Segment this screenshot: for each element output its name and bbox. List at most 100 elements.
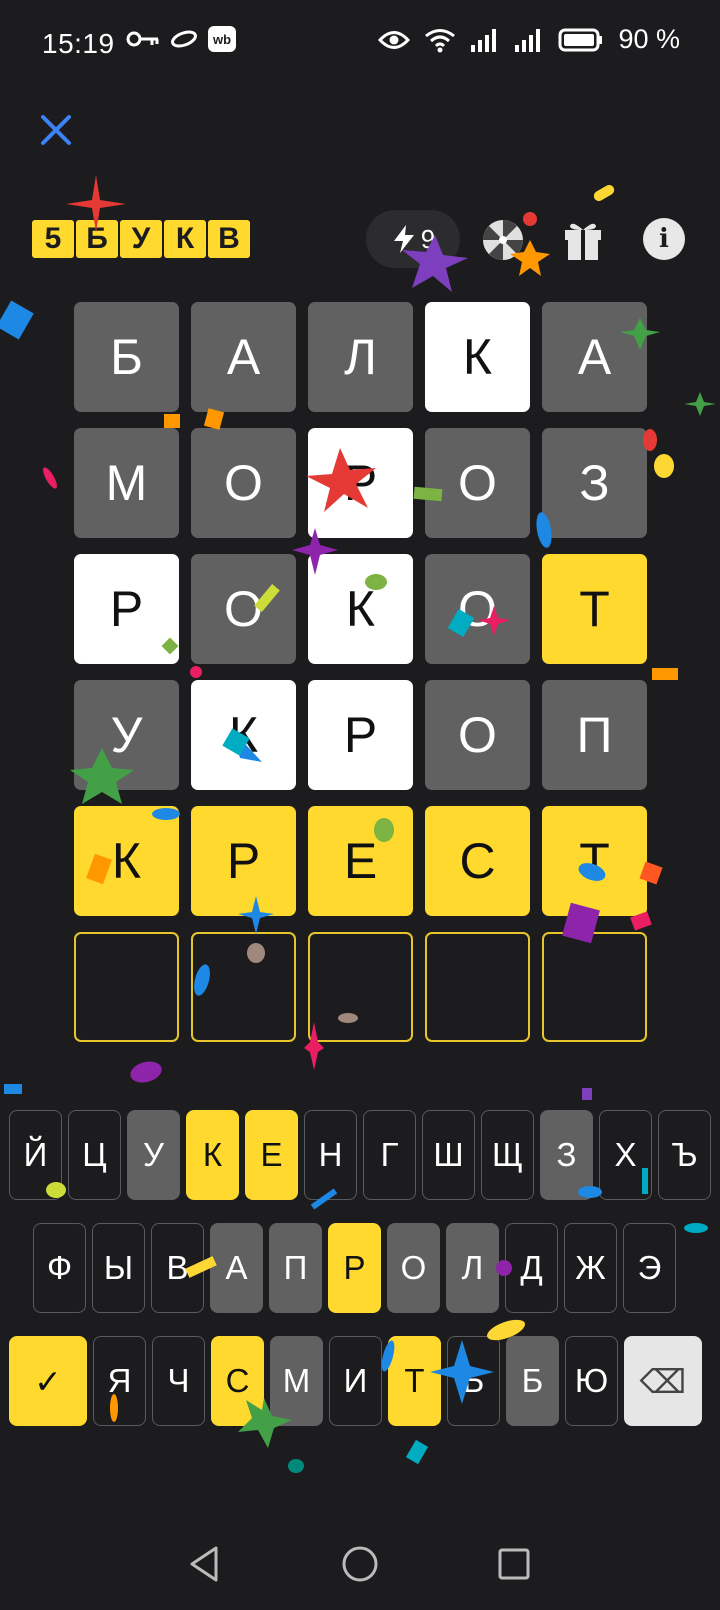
- keyboard-row: ФЫВАПРОЛДЖЭ: [33, 1223, 676, 1313]
- grid-tile: П: [542, 680, 647, 790]
- letter-key[interactable]: И: [329, 1336, 382, 1426]
- signal-icon-2: [515, 28, 541, 52]
- backspace-key[interactable]: ⌫: [624, 1336, 702, 1426]
- energy-button[interactable]: 9: [366, 210, 460, 268]
- status-bar: 15:19 wb 90 %: [0, 0, 720, 84]
- letter-key[interactable]: Ы: [92, 1223, 145, 1313]
- letter-key[interactable]: П: [269, 1223, 322, 1313]
- letter-key[interactable]: У: [127, 1110, 180, 1200]
- logo-letter: Б: [76, 220, 118, 258]
- letter-key[interactable]: Ф: [33, 1223, 86, 1313]
- submit-key[interactable]: ✓: [9, 1336, 87, 1426]
- grid-tile: Т: [542, 806, 647, 916]
- grid-tile: К: [74, 806, 179, 916]
- grid-tile: Б: [74, 302, 179, 412]
- grid-tile: О: [425, 680, 530, 790]
- keyboard-row: ЙЦУКЕНГШЩЗХЪ: [9, 1110, 711, 1200]
- wb-icon: wb: [208, 26, 236, 52]
- letter-key[interactable]: Л: [446, 1223, 499, 1313]
- logo-letter: У: [120, 220, 162, 258]
- nav-recents-button[interactable]: [492, 1542, 536, 1586]
- home-circle-icon: [342, 1546, 378, 1582]
- grid-row: КРЕСТ: [74, 806, 648, 916]
- eye-icon: [378, 30, 411, 49]
- grid-row: БАЛКА: [74, 302, 648, 412]
- grid-tile: К: [308, 554, 413, 664]
- grid-tile: Е: [308, 806, 413, 916]
- grid-row: РОКОТ: [74, 554, 648, 664]
- fortune-wheel-button[interactable]: [481, 218, 525, 262]
- grid-tile: [191, 932, 296, 1042]
- letter-key[interactable]: Н: [304, 1110, 357, 1200]
- grid-tile: М: [74, 428, 179, 538]
- grid-tile: А: [191, 302, 296, 412]
- grid-tile: Р: [191, 806, 296, 916]
- gift-icon: [565, 223, 601, 260]
- letter-key[interactable]: Щ: [481, 1110, 534, 1200]
- status-left-icons: wb: [126, 26, 236, 52]
- app-logo: 5БУКВ: [32, 220, 250, 258]
- letter-key[interactable]: М: [270, 1336, 323, 1426]
- nav-home-button[interactable]: [338, 1542, 382, 1586]
- letter-key[interactable]: А: [210, 1223, 263, 1313]
- letter-key[interactable]: В: [151, 1223, 204, 1313]
- letter-key[interactable]: О: [387, 1223, 440, 1313]
- grid-tile: О: [425, 428, 530, 538]
- letter-key[interactable]: Х: [599, 1110, 652, 1200]
- letter-key[interactable]: Ъ: [658, 1110, 711, 1200]
- grid-tile: А: [542, 302, 647, 412]
- grid-row: МОРОЗ: [74, 428, 648, 538]
- grid-tile: Р: [308, 680, 413, 790]
- letter-key[interactable]: Р: [328, 1223, 381, 1313]
- letter-key[interactable]: Ю: [565, 1336, 618, 1426]
- grid-tile: О: [191, 554, 296, 664]
- nav-back-button[interactable]: [184, 1542, 228, 1586]
- notification-dot: [523, 212, 537, 226]
- letter-key[interactable]: К: [186, 1110, 239, 1200]
- letter-key[interactable]: Ж: [564, 1223, 617, 1313]
- energy-count: 9: [420, 223, 436, 254]
- letter-key[interactable]: Б: [506, 1336, 559, 1426]
- letter-key[interactable]: Й: [9, 1110, 62, 1200]
- back-triangle-icon: [190, 1546, 218, 1582]
- grid-tile: [425, 932, 530, 1042]
- lightning-icon: [393, 225, 414, 253]
- letter-key[interactable]: Д: [505, 1223, 558, 1313]
- letter-key[interactable]: Ь: [447, 1336, 500, 1426]
- grid-tile: [74, 932, 179, 1042]
- grid-tile: О: [425, 554, 530, 664]
- info-button[interactable]: i: [643, 218, 685, 260]
- battery-percent: 90 %: [618, 24, 680, 54]
- gift-button[interactable]: [562, 218, 604, 262]
- grid-tile: Л: [308, 302, 413, 412]
- letter-key[interactable]: С: [211, 1336, 264, 1426]
- letter-key[interactable]: З: [540, 1110, 593, 1200]
- oval-icon: [171, 30, 197, 48]
- wifi-icon: [425, 28, 456, 52]
- letter-key[interactable]: Г: [363, 1110, 416, 1200]
- letter-key[interactable]: Ц: [68, 1110, 121, 1200]
- letter-key[interactable]: Я: [93, 1336, 146, 1426]
- status-time: 15:19: [42, 28, 115, 59]
- wheel-icon: [483, 220, 523, 260]
- grid-tile: У: [74, 680, 179, 790]
- grid-tile: К: [425, 302, 530, 412]
- grid-tile: Т: [542, 554, 647, 664]
- grid-tile: [308, 932, 413, 1042]
- grid-tile: К: [191, 680, 296, 790]
- close-button[interactable]: [38, 112, 74, 148]
- grid-tile: Р: [308, 428, 413, 538]
- letter-key[interactable]: Е: [245, 1110, 298, 1200]
- letter-key[interactable]: Т: [388, 1336, 441, 1426]
- system-nav-bar: [0, 1520, 720, 1610]
- grid-row: [74, 932, 648, 1042]
- battery-icon: [558, 28, 603, 51]
- letter-key[interactable]: Ч: [152, 1336, 205, 1426]
- status-right-icons: 90 %: [378, 24, 680, 55]
- logo-letter: 5: [32, 220, 74, 258]
- letter-key[interactable]: Ш: [422, 1110, 475, 1200]
- letter-key[interactable]: Э: [623, 1223, 676, 1313]
- recents-square-icon: [498, 1548, 530, 1580]
- key-icon: [126, 31, 159, 47]
- logo-letter: К: [164, 220, 206, 258]
